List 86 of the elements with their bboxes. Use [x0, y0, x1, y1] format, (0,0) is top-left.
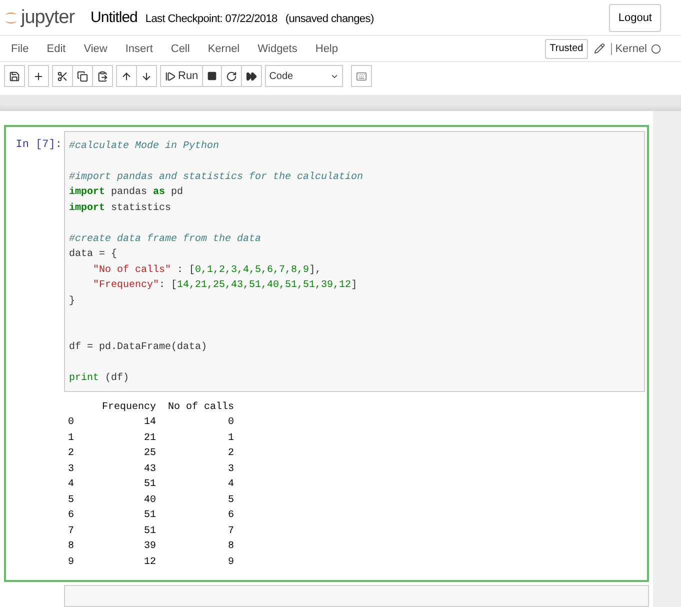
menu-item[interactable]: File	[2, 42, 38, 55]
pencil-icon[interactable]	[594, 43, 606, 54]
autosave-status: (unsaved changes)	[285, 13, 374, 26]
logout-button[interactable]: Logout	[609, 4, 661, 32]
copy-icon	[77, 70, 88, 82]
output-value: 39	[142, 540, 156, 554]
checkpoint-text: Last Checkpoint: 07/22/2018	[145, 13, 278, 26]
plus-icon	[33, 70, 44, 82]
output-row-index: 3	[68, 462, 76, 476]
run-button[interactable]: Run	[160, 65, 204, 88]
move-up-button[interactable]	[116, 65, 137, 88]
output-column-header: No of calls	[168, 400, 234, 414]
output-value: 4	[227, 478, 234, 492]
move-down-button[interactable]	[136, 65, 157, 88]
stop-button[interactable]	[202, 65, 222, 88]
output-value: 0	[227, 416, 234, 430]
output-value: 40	[142, 494, 156, 508]
output-value: 6	[227, 509, 234, 523]
code-line: "Frequency": [14,21,25,43,51,40,51,51,39,12]	[92, 278, 358, 293]
output-column-header: Frequency	[100, 400, 156, 414]
code-line: #calculate Mode in Python	[69, 140, 220, 154]
menu-item[interactable]: View	[74, 42, 116, 55]
clipboard-icon	[97, 70, 108, 82]
code-cell[interactable]	[4, 124, 649, 582]
menu-item[interactable]: Insert	[116, 42, 162, 55]
output-row-index: 2	[68, 447, 76, 461]
fast-forward-button[interactable]	[241, 65, 262, 88]
empty-code-cell[interactable]	[64, 585, 649, 607]
stop-icon	[207, 71, 218, 82]
code-line: #create data frame from the data	[69, 232, 262, 246]
output-value: 8	[227, 540, 234, 554]
output-value: 43	[142, 462, 156, 476]
keyboard-icon	[356, 70, 368, 82]
output-row-index: 9	[68, 556, 76, 570]
arrow-up-icon	[121, 70, 132, 82]
output-value: 7	[227, 524, 234, 538]
fast-forward-icon	[246, 70, 258, 82]
output-value: 3	[227, 462, 234, 476]
output-value: 1	[227, 432, 234, 446]
output-value: 12	[142, 556, 156, 570]
output-row-index: 8	[68, 540, 76, 554]
code-line: }	[69, 294, 76, 308]
output-value: 25	[142, 447, 156, 461]
output-value: 9	[227, 556, 234, 570]
output-value: 21	[142, 432, 156, 446]
code-line: import pandas as pd	[69, 186, 184, 200]
code-line: import statistics	[69, 202, 172, 216]
cut-button[interactable]	[52, 65, 73, 88]
output-value: 5	[227, 494, 234, 508]
restart-icon	[226, 70, 238, 82]
output-value: 51	[142, 524, 156, 538]
code-line: data = {	[69, 248, 118, 262]
restart-button[interactable]	[221, 65, 242, 88]
output-value: 51	[142, 509, 156, 523]
menu-item[interactable]: Widgets	[248, 42, 306, 55]
kernel-label: Kernel	[611, 42, 647, 55]
code-line: #import pandas and statistics for the calculation	[69, 170, 364, 184]
cell-type-dropdown[interactable]: Code	[265, 65, 344, 88]
save-button[interactable]	[4, 65, 25, 88]
output-value: 14	[142, 416, 156, 430]
menu-item[interactable]: Cell	[162, 42, 199, 55]
output-row-index: 0	[68, 416, 76, 430]
code-line: df = pd.DataFrame(data)	[69, 340, 208, 355]
keyboard-button[interactable]	[351, 65, 372, 88]
menu-item[interactable]: Kernel	[198, 42, 249, 55]
output-value: 2	[227, 447, 234, 461]
notebook-name[interactable]: Untitled	[90, 9, 138, 26]
output-row-index: 7	[68, 524, 76, 538]
output-row-index: 1	[68, 432, 76, 446]
trusted-button[interactable]: Trusted	[544, 38, 588, 59]
output-value: 51	[142, 478, 156, 492]
output-row-index: 4	[68, 478, 76, 492]
copy-button[interactable]	[72, 65, 93, 88]
code-line: "No of calls" : [0,1,2,3,4,5,6,7,8,9],	[92, 264, 322, 278]
menu-item[interactable]: Edit	[38, 42, 75, 55]
code-line: print (df)	[69, 372, 130, 386]
logo-text: jupyter	[21, 6, 75, 29]
paste-button[interactable]	[92, 65, 113, 88]
arrow-down-icon	[141, 70, 152, 82]
scissors-icon	[57, 70, 68, 82]
step-forward-icon	[165, 70, 176, 82]
add-cell-button[interactable]	[28, 65, 49, 88]
output-row-index: 5	[68, 494, 76, 508]
cell-prompt: In [7]:	[14, 138, 63, 152]
output-row-index: 6	[68, 509, 76, 523]
menu-item[interactable]: Help	[306, 42, 347, 55]
